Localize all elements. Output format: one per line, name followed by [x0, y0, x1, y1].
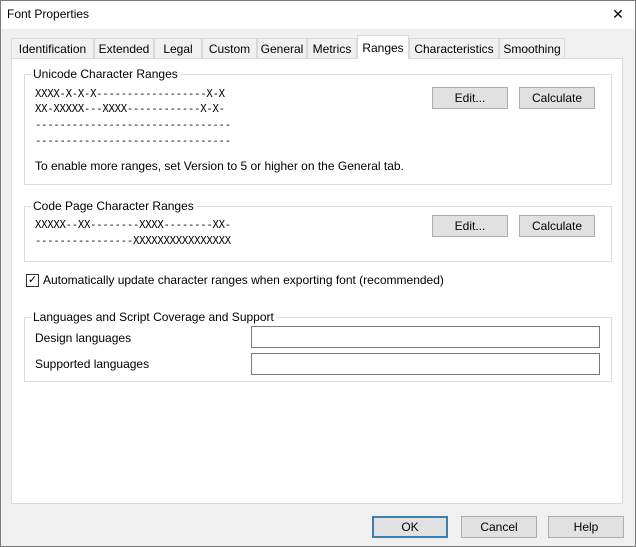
unicode-range-line: --------------------------------: [35, 119, 231, 131]
unicode-range-line: --------------------------------: [35, 135, 231, 147]
cancel-button[interactable]: Cancel: [461, 516, 537, 538]
tab-characteristics[interactable]: Characteristics: [409, 38, 499, 58]
languages-group-title: Languages and Script Coverage and Suppor…: [31, 310, 276, 324]
tab-custom[interactable]: Custom: [202, 38, 257, 58]
design-languages-label: Design languages: [35, 331, 132, 345]
tab-metrics[interactable]: Metrics: [307, 38, 357, 58]
auto-update-label[interactable]: Automatically update character ranges wh…: [43, 273, 444, 287]
close-icon[interactable]: ✕: [605, 3, 631, 25]
unicode-range-line: XX-XXXXX---XXXX------------X-X-: [35, 103, 225, 115]
font-properties-dialog: Font Properties ✕ Identification Extende…: [0, 0, 636, 547]
help-button[interactable]: Help: [548, 516, 624, 538]
design-languages-input[interactable]: [251, 326, 600, 348]
ok-button[interactable]: OK: [372, 516, 448, 538]
codepage-group-title: Code Page Character Ranges: [31, 199, 196, 213]
tab-extended[interactable]: Extended: [94, 38, 154, 58]
title-bar: Font Properties ✕: [1, 1, 635, 29]
tab-identification[interactable]: Identification: [11, 38, 94, 58]
unicode-group-title: Unicode Character Ranges: [31, 67, 180, 81]
unicode-calculate-button[interactable]: Calculate: [519, 87, 595, 109]
codepage-ranges-group: Code Page Character Ranges XXXXX--XX----…: [24, 199, 612, 262]
window-title: Font Properties: [7, 7, 90, 21]
tab-ranges[interactable]: Ranges: [357, 35, 409, 59]
tab-legal[interactable]: Legal: [154, 38, 202, 58]
supported-languages-input[interactable]: [251, 353, 600, 375]
unicode-ranges-group: Unicode Character Ranges XXXX-X-X-X-----…: [24, 67, 612, 185]
auto-update-checkbox[interactable]: ✓: [26, 274, 39, 287]
codepage-range-line: XXXXX--XX--------XXXX--------XX-: [35, 219, 231, 231]
tab-smoothing[interactable]: Smoothing: [499, 38, 565, 58]
codepage-range-line: ----------------XXXXXXXXXXXXXXXX: [35, 235, 231, 247]
ranges-panel: Unicode Character Ranges XXXX-X-X-X-----…: [11, 58, 623, 504]
unicode-note: To enable more ranges, set Version to 5 …: [35, 159, 404, 173]
unicode-range-line: XXXX-X-X-X------------------X-X: [35, 88, 225, 100]
languages-group: Languages and Script Coverage and Suppor…: [24, 310, 612, 382]
codepage-edit-button[interactable]: Edit...: [432, 215, 508, 237]
tab-general[interactable]: General: [257, 38, 307, 58]
codepage-calculate-button[interactable]: Calculate: [519, 215, 595, 237]
supported-languages-label: Supported languages: [35, 357, 150, 371]
unicode-edit-button[interactable]: Edit...: [432, 87, 508, 109]
